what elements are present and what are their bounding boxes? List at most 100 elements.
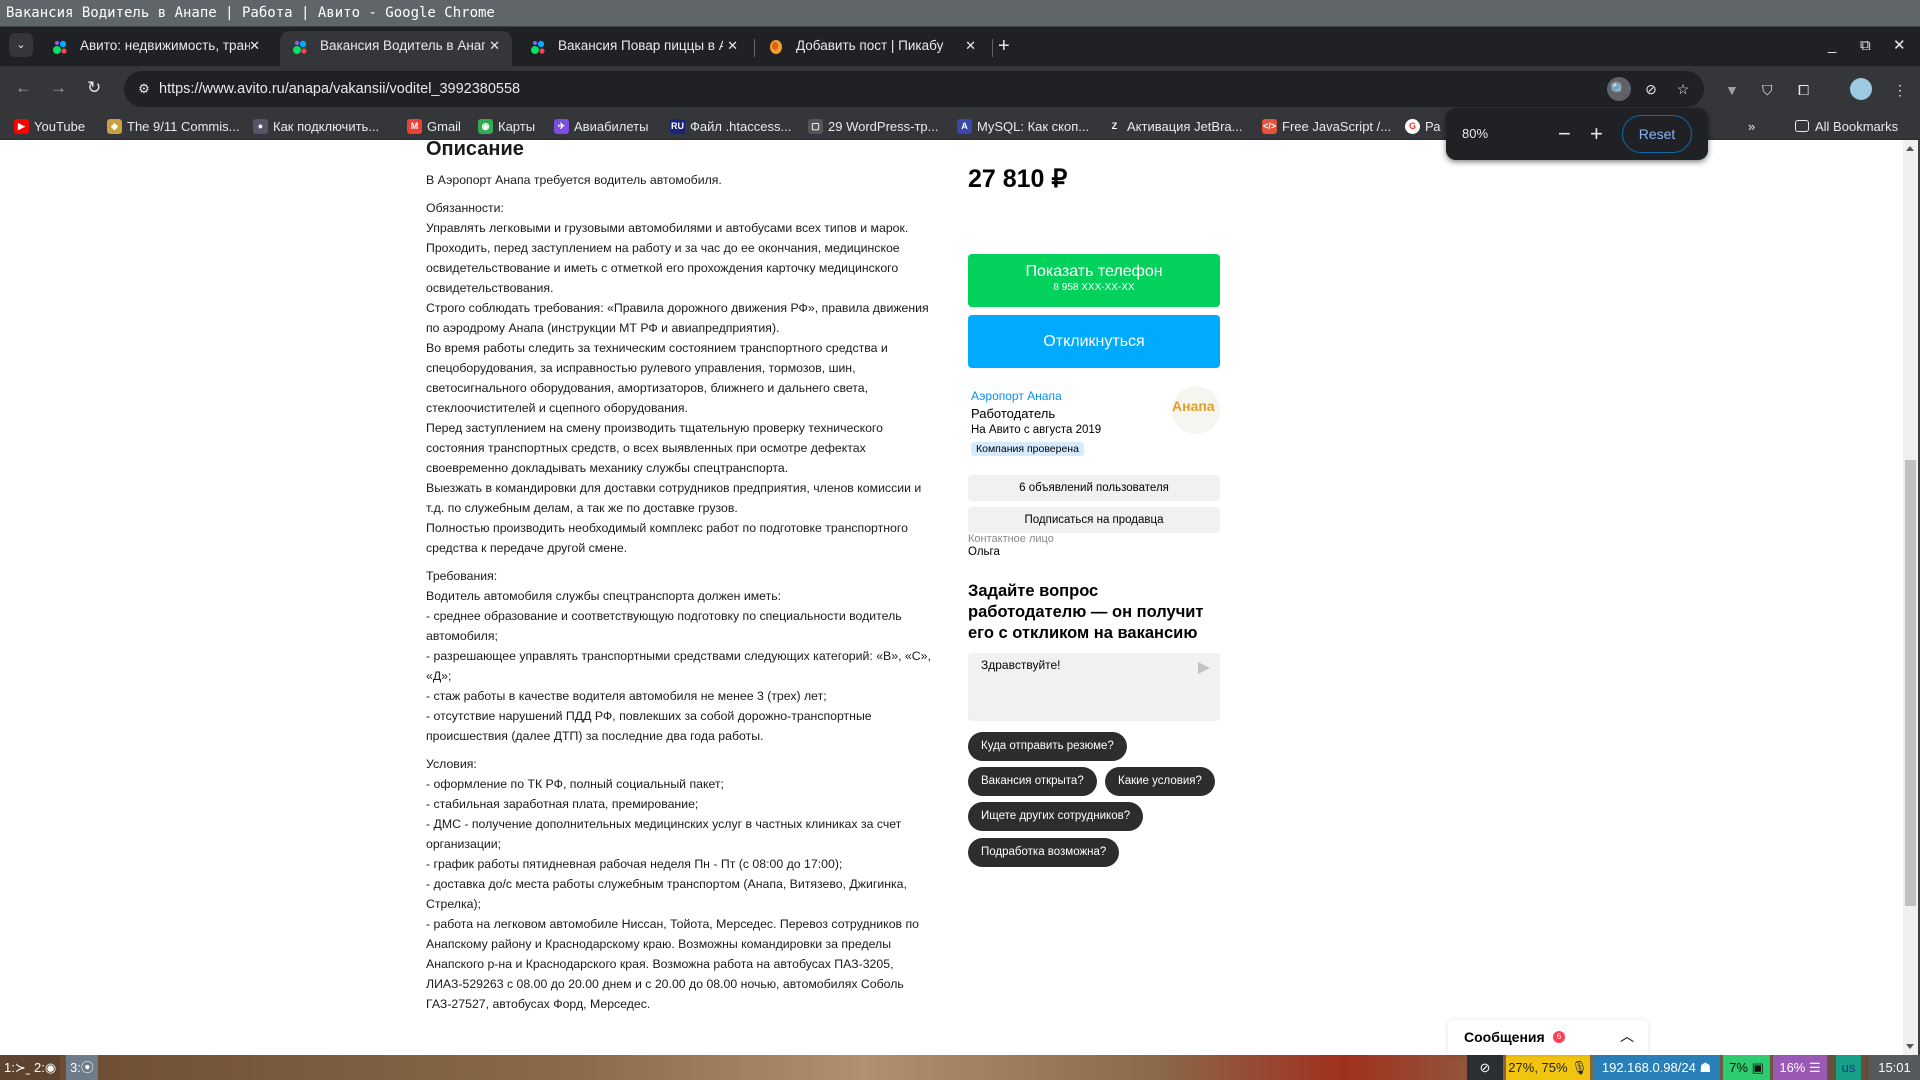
network-icon: ☗	[1699, 1060, 1712, 1075]
memory-indicator[interactable]: 16% ☰	[1773, 1055, 1827, 1080]
description-line: - ДМС - получение дополнительных медицин…	[426, 817, 902, 851]
bookmark-item[interactable]: ▶ YouTube	[14, 113, 85, 140]
volume-indicator[interactable]: 27%, 75% 🎙	[1506, 1055, 1590, 1080]
tab-avito-home[interactable]: Авито: недвижимость, транспорт ✕	[40, 31, 272, 66]
vpn-extension-icon[interactable]: ▼	[1725, 82, 1739, 98]
browser-toolbar: ← → ↻ ⚙ https://www.avito.ru/anapa/vakan…	[0, 66, 1920, 113]
quick-question-chip[interactable]: Ищете других сотрудников?	[968, 802, 1144, 831]
scrollbar-thumb[interactable]	[1905, 460, 1916, 906]
description-line: Выезжать в командировки для доставки сот…	[426, 481, 922, 515]
new-tab-button[interactable]: +	[998, 31, 1010, 61]
cpu-chip-icon: ▣	[1751, 1060, 1764, 1075]
bookmark-item[interactable]: G Ра	[1405, 113, 1440, 140]
bookmark-favicon-icon: M	[407, 119, 422, 134]
tab-pikabu[interactable]: Добавить пост | Пикабу ✕	[756, 31, 988, 66]
bookmark-item[interactable]: </> Free JavaScript /...	[1262, 113, 1391, 140]
address-bar[interactable]: ⚙ https://www.avito.ru/anapa/vakansii/vo…	[124, 71, 1704, 107]
description-line: - график работы пятидневная рабочая неде…	[426, 857, 843, 871]
menu-dots-icon[interactable]: ⋮	[1893, 82, 1907, 99]
bookmark-item[interactable]: Z Активация JetBra...	[1107, 113, 1242, 140]
tab-separator	[992, 39, 993, 57]
close-tab-icon[interactable]: ✕	[489, 31, 500, 61]
workspace-3[interactable]: 3:⦿	[66, 1055, 98, 1080]
bookmark-favicon-icon: A	[957, 119, 972, 134]
bookmarks-overflow-button[interactable]: »	[1748, 113, 1755, 140]
tab-vacancy-pizza[interactable]: Вакансия Повар пиццы в Анапе ✕	[518, 31, 750, 66]
zoom-reset-button[interactable]: Reset	[1622, 115, 1692, 153]
tab-search-button[interactable]: ⌄	[9, 33, 33, 57]
conditions-block: Условия: - оформление по ТК РФ, полный с…	[426, 754, 936, 1014]
zoom-in-button[interactable]: +	[1590, 108, 1603, 160]
contact-label: Контактное лицо	[968, 533, 1054, 545]
bookmark-item[interactable]: M Gmail	[407, 113, 461, 140]
subscribe-seller-button[interactable]: Подписаться на продавца	[968, 507, 1220, 533]
reload-button[interactable]: ↻	[87, 78, 101, 98]
bookmark-item[interactable]: ▢ 29 WordPress-тр...	[808, 113, 938, 140]
seller-ads-button[interactable]: 6 объявлений пользователя	[968, 475, 1220, 501]
bookmark-favicon-icon: ◉	[478, 119, 493, 134]
close-tab-icon[interactable]: ✕	[965, 31, 976, 61]
quick-question-chip[interactable]: Вакансия открыта?	[968, 767, 1097, 796]
system-taskbar: 1:≻_ 2:◉ 3:⦿ ⊘ 27%, 75% 🎙 192.168.0.98/2…	[0, 1055, 1920, 1080]
bookmark-item[interactable]: ◉ Карты	[478, 113, 535, 140]
question-message-box[interactable]	[968, 653, 1220, 721]
zoom-popup: 80% − + Reset	[1446, 108, 1708, 160]
verified-badge: Компания проверена	[971, 442, 1084, 456]
seller-logo[interactable]: Анапа	[1172, 386, 1220, 434]
page-scrollbar[interactable]	[1903, 140, 1918, 1055]
profile-avatar[interactable]	[1850, 78, 1872, 100]
extensions-puzzle-icon[interactable]: ⧠	[1798, 82, 1809, 99]
bookmark-item[interactable]: A MySQL: Как скоп...	[957, 113, 1089, 140]
seller-name-link[interactable]: Аэропорт Анапа	[971, 389, 1062, 403]
ask-question-title: Задайте вопрос работодателю — он получит…	[968, 582, 1204, 642]
all-bookmarks-button[interactable]: All Bookmarks	[1795, 113, 1898, 140]
quick-question-chip[interactable]: Подработка возможна?	[968, 838, 1120, 867]
eye-slash-icon[interactable]: ⊘	[1639, 77, 1663, 101]
question-input[interactable]	[981, 658, 1181, 672]
close-tab-icon[interactable]: ✕	[727, 31, 738, 61]
bookmark-item[interactable]: ● Как подключить...	[253, 113, 379, 140]
bookmark-item[interactable]: ◆ The 9/11 Commis...	[107, 113, 239, 140]
description-line: Управлять легковыми и грузовыми автомоби…	[426, 221, 909, 235]
bookmark-star-icon[interactable]: ☆	[1671, 77, 1695, 101]
back-button[interactable]: ←	[15, 78, 32, 98]
quick-question-chip[interactable]: Какие условия?	[1105, 767, 1215, 796]
tab-vacancy-driver[interactable]: Вакансия Водитель в Анапе ✕	[280, 31, 512, 66]
show-phone-button[interactable]: Показать телефон 8 958 XXX-XX-XX	[968, 254, 1220, 307]
send-icon[interactable]	[1198, 662, 1210, 674]
cpu-indicator[interactable]: 7% ▣	[1723, 1055, 1770, 1080]
scroll-down-arrow[interactable]	[1906, 1044, 1914, 1049]
close-tab-icon[interactable]: ✕	[249, 31, 260, 61]
description-intro: В Аэропорт Анапа требуется водитель авто…	[426, 173, 722, 187]
site-settings-icon[interactable]: ⚙	[134, 79, 154, 99]
workspace-2[interactable]: 2:◉	[30, 1055, 61, 1080]
bookmark-favicon-icon: RU	[670, 119, 685, 134]
shield-extension-icon[interactable]: ⛉	[1762, 82, 1773, 99]
chevron-up-icon[interactable]: ︿	[1620, 1026, 1634, 1046]
forward-button[interactable]: →	[50, 78, 67, 98]
keyboard-layout[interactable]: us	[1836, 1055, 1861, 1080]
eye-slash-icon[interactable]: ⊘	[1467, 1055, 1503, 1080]
close-window-button[interactable]: ✕	[1893, 31, 1906, 61]
description-line: - работа на легковом автомобиле Ниссан, …	[426, 917, 919, 1011]
bookmark-item[interactable]: ✈ Авиабилеты	[554, 113, 648, 140]
bookmark-item[interactable]: RU Файл .htaccess...	[670, 113, 791, 140]
page-content: Описание В Аэропорт Анапа требуется води…	[0, 140, 1920, 1055]
messages-widget[interactable]: Сообщения 6 ︿	[1448, 1020, 1648, 1055]
avito-icon	[53, 40, 67, 54]
description-line: - доставка до/с места работы служебным т…	[426, 877, 907, 911]
quick-question-chip[interactable]: Куда отправить резюме?	[968, 732, 1127, 761]
network-indicator[interactable]: 192.168.0.98/24 ☗	[1593, 1055, 1720, 1080]
description-line: - среднее образование и соответствующую …	[426, 609, 902, 643]
respond-button[interactable]: Откликнуться	[968, 315, 1220, 368]
bookmark-favicon-icon: </>	[1262, 119, 1277, 134]
zoom-icon[interactable]: 🔍	[1607, 77, 1631, 101]
url-text[interactable]: https://www.avito.ru/anapa/vakansii/vodi…	[159, 71, 520, 107]
zoom-level: 80%	[1462, 126, 1489, 141]
minimize-button[interactable]: _	[1828, 31, 1836, 61]
description-heading: Описание	[426, 140, 524, 160]
restore-button[interactable]: ⧉	[1860, 31, 1871, 61]
scroll-up-arrow[interactable]	[1906, 146, 1914, 151]
zoom-out-button[interactable]: −	[1558, 108, 1571, 160]
bookmark-favicon-icon: ●	[253, 119, 268, 134]
